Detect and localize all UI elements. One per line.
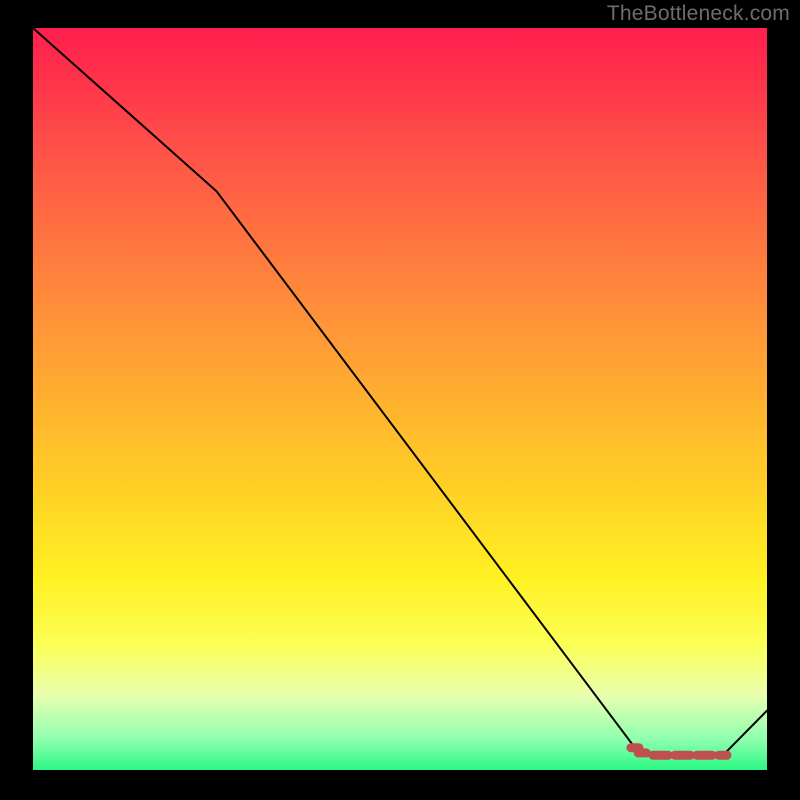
optimal-range-dots	[631, 748, 727, 756]
bottleneck-curve-line	[33, 28, 767, 755]
chart-svg	[33, 28, 767, 770]
watermark-text: TheBottleneck.com	[607, 2, 790, 26]
chart-frame: TheBottleneck.com	[0, 0, 800, 800]
chart-plot-area	[33, 28, 767, 770]
optimal-range-marker	[631, 748, 727, 756]
